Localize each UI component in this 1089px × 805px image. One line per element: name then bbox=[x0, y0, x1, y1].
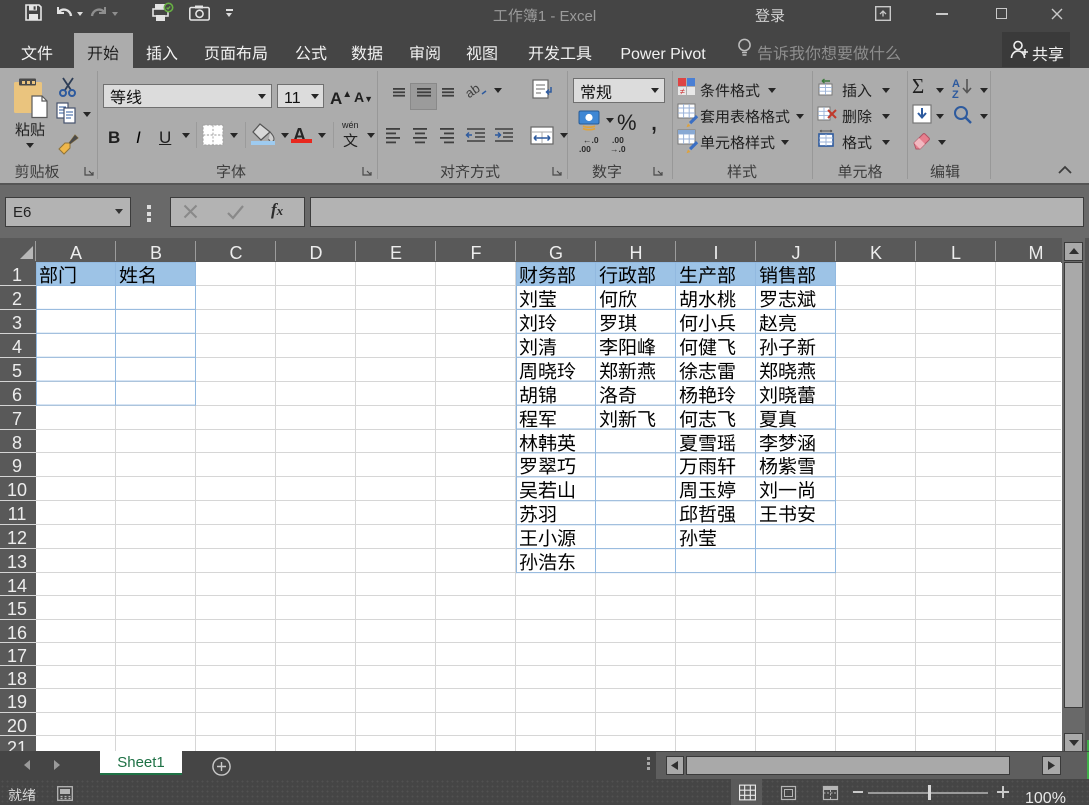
svg-text:Z: Z bbox=[952, 86, 959, 102]
svg-text:.00: .00 bbox=[579, 143, 591, 155]
svg-text:≠: ≠ bbox=[680, 85, 685, 98]
svg-text:→.0: →.0 bbox=[610, 143, 626, 155]
